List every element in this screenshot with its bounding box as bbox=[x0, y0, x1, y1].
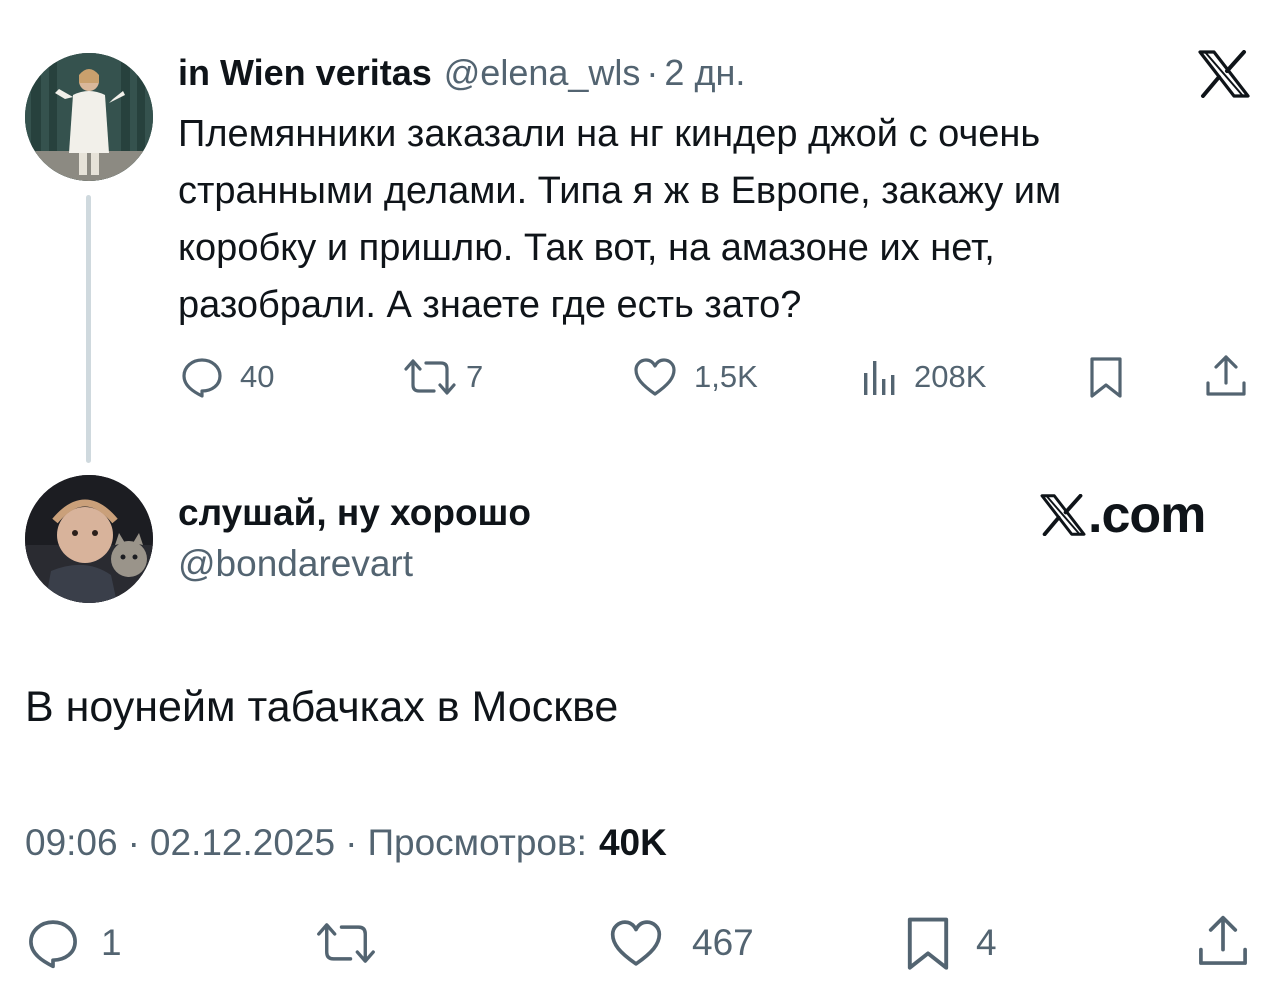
share-icon bbox=[1199, 915, 1247, 965]
repost-icon bbox=[404, 359, 456, 395]
reply-display-name[interactable]: слушай, ну хорошо bbox=[178, 492, 531, 534]
like-count: 1,5K bbox=[694, 359, 758, 394]
reply-button[interactable]: 1 bbox=[25, 916, 122, 970]
reply-icon bbox=[182, 358, 222, 398]
tweet-text-line: разобрали. А знаете где есть зато? bbox=[178, 284, 802, 326]
tweet-age[interactable]: 2 дн. bbox=[664, 52, 745, 94]
parent-tweet-text: Племянники заказали на нг киндер джой с … bbox=[178, 106, 1238, 334]
separator-dot: · bbox=[646, 52, 659, 93]
x-logo-icon bbox=[1198, 50, 1250, 98]
tweet-date[interactable]: 02.12.2025 bbox=[150, 822, 335, 864]
thread-connector-line bbox=[86, 195, 91, 463]
display-name[interactable]: in Wien veritas bbox=[178, 52, 432, 94]
like-icon bbox=[610, 920, 662, 966]
parent-tweet-header: in Wien veritas @elena_wls · 2 дн. bbox=[178, 50, 745, 96]
user-handle[interactable]: @elena_wls bbox=[444, 52, 641, 94]
views-label: Просмотров: bbox=[367, 822, 587, 863]
avatar-photo bbox=[25, 475, 153, 603]
bookmark-icon bbox=[1090, 357, 1122, 398]
repost-count: 7 bbox=[466, 359, 484, 394]
share-button[interactable] bbox=[1196, 912, 1250, 970]
like-icon bbox=[634, 358, 676, 396]
tweet-text-line: странными делами. Типа я ж в Европе, зак… bbox=[178, 170, 1062, 212]
tweet-text-line: Племянники заказали на нг киндер джой с … bbox=[178, 113, 1041, 155]
reply-icon bbox=[29, 920, 77, 969]
bookmark-button[interactable] bbox=[1086, 355, 1126, 399]
views-icon bbox=[864, 361, 895, 395]
x-logo-icon bbox=[1040, 494, 1086, 536]
avatar-elena[interactable] bbox=[25, 53, 153, 181]
bookmark-button[interactable]: 4 bbox=[902, 914, 997, 972]
avatar-bondarevart[interactable] bbox=[25, 475, 153, 603]
reply-count: 1 bbox=[101, 922, 122, 963]
separator-dot: · bbox=[345, 822, 358, 863]
like-button[interactable]: 467 bbox=[606, 916, 754, 970]
views-value[interactable]: 40K bbox=[599, 822, 667, 864]
tweet-text-line: коробку и пришлю. Так вот, на амазоне их… bbox=[178, 227, 995, 269]
x-com-watermark: .com bbox=[1040, 485, 1206, 545]
like-button[interactable]: 1,5K bbox=[632, 355, 758, 399]
reply-button[interactable]: 40 bbox=[180, 355, 274, 399]
repost-button[interactable]: 7 bbox=[400, 355, 483, 399]
bookmark-icon bbox=[907, 917, 949, 970]
separator-dot: · bbox=[127, 822, 140, 863]
share-button[interactable] bbox=[1204, 353, 1248, 399]
reply-tweet-text: В ноунейм табачках в Москве bbox=[25, 683, 619, 731]
reply-count: 40 bbox=[240, 359, 275, 394]
avatar-photo bbox=[25, 53, 153, 181]
reply-user-handle[interactable]: @bondarevart bbox=[178, 543, 413, 585]
repost-button[interactable] bbox=[312, 916, 396, 970]
views-button[interactable]: 208K bbox=[858, 355, 986, 399]
like-count: 467 bbox=[692, 922, 754, 963]
tweet-meta: 09:06 · 02.12.2025 · Просмотров: 40K bbox=[25, 822, 667, 864]
views-count: 208K bbox=[914, 359, 987, 394]
repost-icon bbox=[317, 923, 375, 963]
tweet-time[interactable]: 09:06 bbox=[25, 822, 118, 864]
share-icon bbox=[1206, 355, 1246, 396]
bookmark-count: 4 bbox=[976, 922, 997, 963]
watermark-text: .com bbox=[1088, 486, 1206, 544]
